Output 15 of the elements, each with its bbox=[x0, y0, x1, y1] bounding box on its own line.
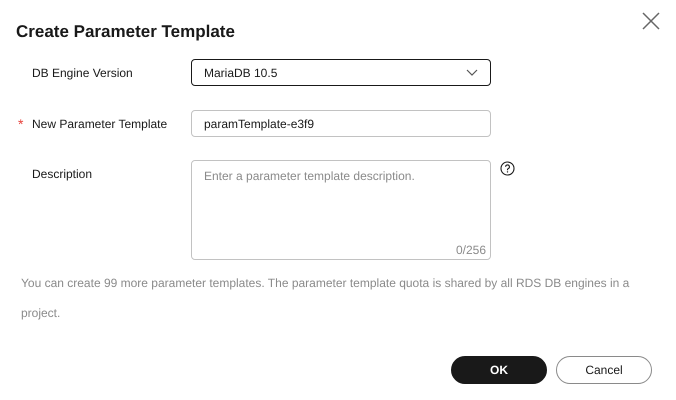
ok-button[interactable]: OK bbox=[451, 356, 547, 384]
template-name-field[interactable]: paramTemplate-e3f9 bbox=[191, 110, 491, 137]
field-label: New Parameter Template bbox=[32, 116, 168, 130]
quota-note: You can create 99 more parameter templates. The parameter template quota is shared by all RDS DB engines in a project. bbox=[21, 275, 630, 322]
dialog-title: Create Parameter Template bbox=[16, 22, 236, 42]
cancel-button[interactable]: Cancel bbox=[556, 356, 652, 384]
field-label: DB Engine Version bbox=[32, 66, 133, 80]
chevron-down-icon bbox=[466, 69, 478, 76]
help-icon[interactable] bbox=[500, 161, 515, 176]
field-label: Description bbox=[32, 166, 92, 180]
version-select[interactable]: MariaDB 10.5 bbox=[191, 59, 491, 86]
character-counter: 0/256 bbox=[456, 243, 486, 257]
close-icon bbox=[642, 12, 660, 30]
required-mark: * bbox=[17, 116, 24, 132]
close-button[interactable] bbox=[642, 12, 662, 32]
